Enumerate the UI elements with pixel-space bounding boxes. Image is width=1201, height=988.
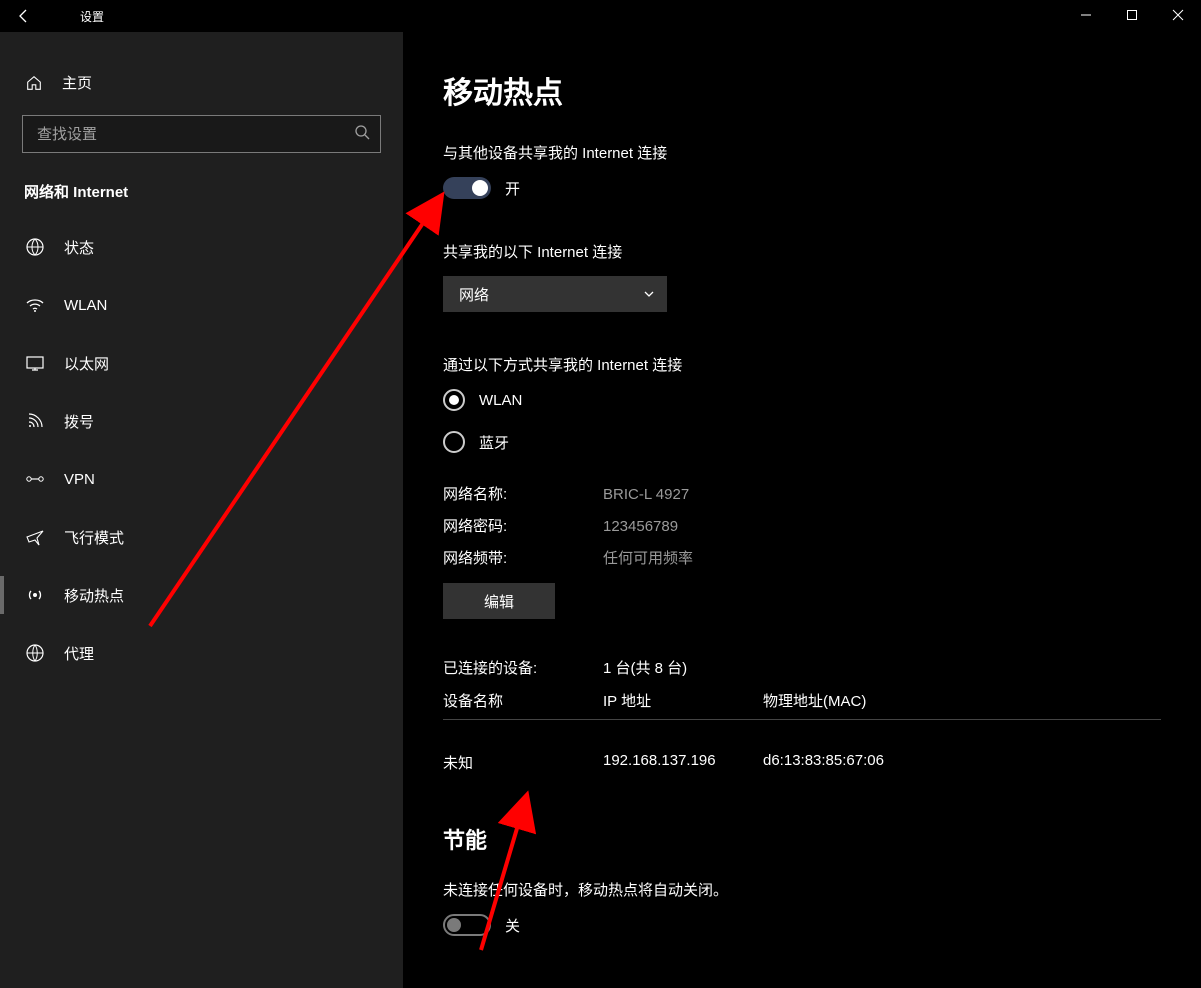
sidebar-item-ethernet[interactable]: 以太网: [0, 334, 403, 392]
page-title: 移动热点: [443, 68, 1161, 112]
sidebar-item-airplane[interactable]: 飞行模式: [0, 508, 403, 566]
network-name-key: 网络名称:: [443, 479, 603, 511]
dropdown-value: 网络: [459, 284, 489, 305]
sidebar-item-label: 移动热点: [64, 585, 124, 606]
sidebar-item-vpn[interactable]: VPN: [0, 450, 403, 508]
sidebar-item-label: 状态: [64, 237, 94, 258]
device-row-mac: d6:13:83:85:67:06: [763, 752, 963, 773]
power-saving-toggle[interactable]: [443, 914, 491, 936]
airplane-icon: [24, 527, 46, 547]
sidebar-item-wlan[interactable]: WLAN: [0, 276, 403, 334]
radio-bluetooth[interactable]: [443, 431, 465, 453]
title-bar: 设置: [0, 0, 1201, 32]
search-input-container[interactable]: [22, 115, 381, 153]
device-col-mac: 物理地址(MAC): [763, 690, 963, 711]
chevron-down-icon: [643, 288, 655, 300]
maximize-icon: [1126, 9, 1138, 21]
sidebar-item-label: WLAN: [64, 297, 107, 314]
home-label: 主页: [62, 72, 92, 93]
minimize-button[interactable]: [1063, 0, 1109, 30]
back-arrow-icon: [16, 8, 32, 24]
radio-bluetooth-label: 蓝牙: [479, 432, 509, 453]
sidebar-item-label: 以太网: [64, 353, 109, 374]
network-password-value: 123456789: [603, 511, 678, 543]
sidebar-item-hotspot[interactable]: 移动热点: [0, 566, 403, 624]
device-col-ip: IP 地址: [603, 690, 763, 711]
home-icon: [24, 74, 44, 92]
network-name-value: BRIC-L 4927: [603, 479, 689, 511]
share-source-dropdown[interactable]: 网络: [443, 276, 667, 312]
back-button[interactable]: [16, 0, 56, 32]
vpn-icon: [24, 469, 46, 489]
connected-devices-value: 1 台(共 8 台): [603, 657, 687, 678]
ethernet-icon: [24, 353, 46, 373]
maximize-button[interactable]: [1109, 0, 1155, 30]
device-row: 未知 192.168.137.196 d6:13:83:85:67:06: [443, 752, 1161, 773]
sidebar-item-label: 飞行模式: [64, 527, 124, 548]
close-icon: [1172, 9, 1184, 21]
window-controls: [1063, 0, 1201, 30]
radio-wlan[interactable]: [443, 389, 465, 411]
status-icon: [24, 237, 46, 257]
sidebar-item-label: VPN: [64, 471, 95, 488]
search-icon: [354, 124, 370, 145]
share-via-label: 通过以下方式共享我的 Internet 连接: [443, 354, 1161, 375]
edit-button-label: 编辑: [484, 591, 514, 612]
power-saving-heading: 节能: [443, 823, 1161, 855]
content-area: 移动热点 与其他设备共享我的 Internet 连接 开 共享我的以下 Inte…: [403, 32, 1201, 988]
window-title: 设置: [80, 8, 104, 25]
proxy-icon: [24, 643, 46, 663]
close-button[interactable]: [1155, 0, 1201, 30]
share-toggle-state: 开: [505, 178, 520, 199]
network-password-key: 网络密码:: [443, 511, 603, 543]
power-saving-toggle-state: 关: [505, 915, 520, 936]
sidebar-item-label: 代理: [64, 643, 94, 664]
network-band-value: 任何可用频率: [603, 543, 693, 575]
device-row-name: 未知: [443, 752, 603, 773]
hotspot-icon: [24, 585, 46, 605]
connected-devices-key: 已连接的设备:: [443, 657, 603, 678]
device-table: 设备名称 IP 地址 物理地址(MAC) 未知 192.168.137.196 …: [443, 690, 1161, 773]
radio-bluetooth-row[interactable]: 蓝牙: [443, 431, 1161, 453]
share-connection-label: 与其他设备共享我的 Internet 连接: [443, 142, 1161, 163]
minimize-icon: [1080, 9, 1092, 21]
edit-button[interactable]: 编辑: [443, 583, 555, 619]
sidebar-item-proxy[interactable]: 代理: [0, 624, 403, 682]
power-saving-desc: 未连接任何设备时，移动热点将自动关闭。: [443, 879, 1161, 900]
sidebar-section-label: 网络和 Internet: [0, 153, 403, 218]
sidebar-item-dialup[interactable]: 拨号: [0, 392, 403, 450]
wifi-icon: [24, 295, 46, 315]
share-source-label: 共享我的以下 Internet 连接: [443, 241, 1161, 262]
share-toggle[interactable]: [443, 177, 491, 199]
device-row-ip: 192.168.137.196: [603, 752, 763, 773]
radio-wlan-row[interactable]: WLAN: [443, 389, 1161, 411]
device-col-name: 设备名称: [443, 690, 603, 711]
network-band-key: 网络频带:: [443, 543, 603, 575]
dialup-icon: [24, 411, 46, 431]
sidebar-item-status[interactable]: 状态: [0, 218, 403, 276]
home-nav[interactable]: 主页: [0, 62, 403, 103]
sidebar: 主页 网络和 Internet 状态 WLAN 以太网: [0, 32, 403, 988]
search-input[interactable]: [37, 126, 354, 143]
sidebar-item-label: 拨号: [64, 411, 94, 432]
radio-wlan-label: WLAN: [479, 392, 522, 409]
